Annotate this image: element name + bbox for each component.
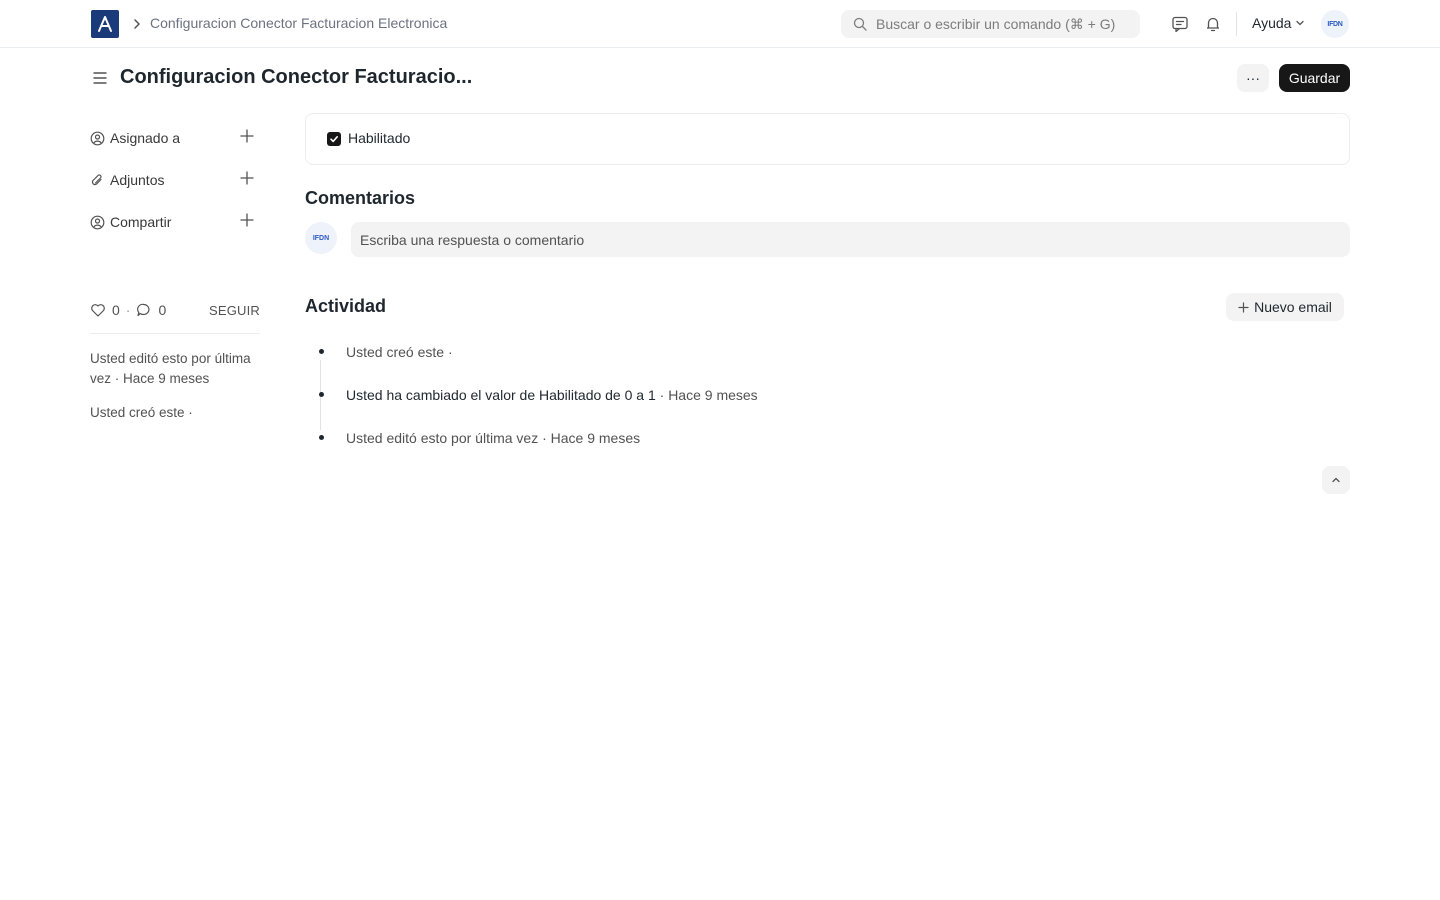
created-note: Usted creó este · <box>90 405 193 420</box>
checkmark-icon <box>330 136 338 143</box>
enabled-checkbox[interactable] <box>327 132 341 146</box>
navbar-divider <box>1236 12 1237 36</box>
comment-avatar: IFDN <box>305 222 337 254</box>
comment-box[interactable] <box>351 222 1350 257</box>
timeline-text: Usted creó este · <box>346 344 453 360</box>
new-email-button[interactable]: Nuevo email <box>1226 293 1344 321</box>
share-user-icon <box>90 215 105 230</box>
scroll-to-top-button[interactable] <box>1322 466 1350 494</box>
comment-input[interactable] <box>360 231 1260 248</box>
chevron-up-icon <box>1332 477 1340 483</box>
timeline-bullet <box>319 349 324 354</box>
sidebar-item-share[interactable]: Compartir <box>90 212 260 232</box>
add-share-icon[interactable] <box>240 213 254 227</box>
sidebar-divider <box>90 333 260 334</box>
app-logo-icon <box>98 16 112 32</box>
timeline-change-text: Usted ha cambiado el valor de Habilitado… <box>346 387 656 403</box>
last-edited-note: Usted editó esto por última vez · Hace 9… <box>90 351 251 386</box>
enabled-label[interactable]: Habilitado <box>348 130 410 146</box>
more-actions-button[interactable]: ··· <box>1237 64 1269 92</box>
search-icon <box>853 17 867 31</box>
help-dropdown[interactable]: Ayuda <box>1252 15 1305 31</box>
chat-icon[interactable] <box>1171 15 1189 33</box>
follow-button[interactable]: SEGUIR <box>209 303 260 318</box>
breadcrumb-link[interactable]: Configuracion Conector Facturacion Elect… <box>150 15 447 31</box>
timeline-bullet <box>319 392 324 397</box>
enabled-field-card: Habilitado <box>305 113 1350 165</box>
user-avatar[interactable]: IFDN <box>1321 10 1349 38</box>
paperclip-icon <box>90 173 105 188</box>
timeline-item: Usted ha cambiado el valor de Habilitado… <box>305 387 1305 407</box>
timeline-text: Usted ha cambiado el valor de Habilitado… <box>346 387 758 403</box>
sidebar-item-assigned-to[interactable]: Asignado a <box>90 128 260 148</box>
sidebar-item-label: Asignado a <box>110 130 181 146</box>
timeline-bullet <box>319 435 324 440</box>
assign-user-icon <box>90 131 105 146</box>
timeline-time-text: · Hace 9 meses <box>655 387 758 403</box>
timeline-item: Usted creó este · <box>305 344 1305 364</box>
app-logo[interactable] <box>91 10 119 38</box>
add-attachment-icon[interactable] <box>240 171 254 185</box>
timeline-item: Usted editó esto por última vez · Hace 9… <box>305 430 1305 450</box>
stats-separator: · <box>125 302 131 318</box>
doc-stats: 0 · 0 SEGUIR <box>90 300 260 320</box>
sidebar-item-attachments[interactable]: Adjuntos <box>90 170 260 190</box>
breadcrumb-chevron-icon <box>134 19 140 29</box>
help-label: Ayuda <box>1252 15 1292 31</box>
search-input[interactable] <box>876 16 1136 32</box>
navbar: Configuracion Conector Facturacion Elect… <box>0 0 1440 48</box>
sidebar-item-label: Compartir <box>110 214 172 230</box>
save-button[interactable]: Guardar <box>1279 64 1350 92</box>
heart-icon[interactable] <box>90 302 106 318</box>
chevron-down-icon <box>1296 20 1305 26</box>
sidebar-toggle-icon[interactable] <box>92 70 108 86</box>
search-bar[interactable] <box>841 10 1140 38</box>
page-title: Configuracion Conector Facturacio... <box>120 66 473 88</box>
new-email-label: Nuevo email <box>1254 299 1332 315</box>
sidebar-item-label: Adjuntos <box>110 172 165 188</box>
bell-icon[interactable] <box>1204 15 1222 33</box>
plus-icon <box>1238 301 1249 313</box>
comments-count: 0 <box>158 302 167 318</box>
timeline-text: Usted editó esto por última vez · Hace 9… <box>346 430 641 446</box>
add-assignee-icon[interactable] <box>240 129 254 143</box>
comment-icon[interactable] <box>136 302 152 318</box>
activity-title: Actividad <box>305 296 387 316</box>
likes-count: 0 <box>112 302 120 318</box>
comments-title: Comentarios <box>305 188 416 208</box>
